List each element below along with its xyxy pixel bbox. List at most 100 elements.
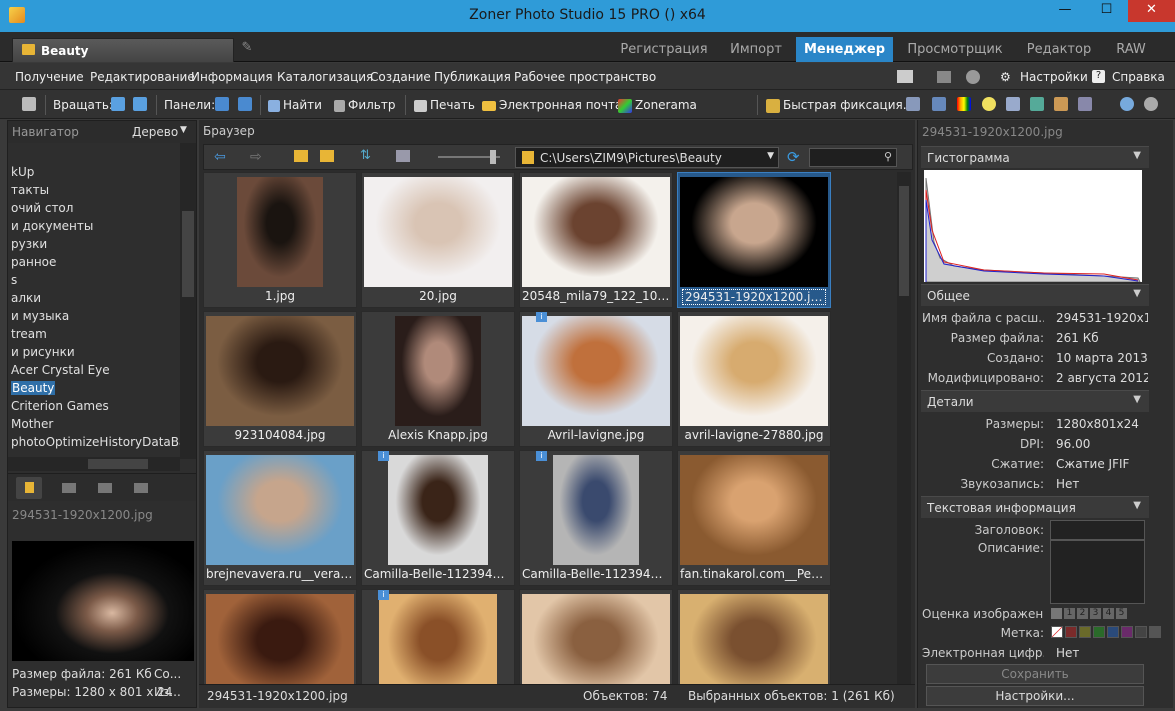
zonerama-button[interactable]: Zonerama bbox=[618, 98, 697, 113]
menu-create[interactable]: Создание bbox=[370, 70, 431, 84]
print-button[interactable]: Печать bbox=[414, 98, 475, 112]
scroll-thumb[interactable] bbox=[899, 186, 909, 296]
tree-item[interactable]: рузки bbox=[11, 237, 47, 251]
tab-viewer[interactable]: Просмотрщик bbox=[896, 37, 1014, 62]
no-label-icon[interactable] bbox=[1051, 626, 1063, 638]
albums-icon[interactable] bbox=[98, 483, 112, 493]
menu-help[interactable]: Справка bbox=[1112, 70, 1165, 84]
tree-item[interactable]: и музыка bbox=[11, 309, 69, 323]
menu-acquire[interactable]: Получение bbox=[15, 70, 84, 84]
document-tab[interactable]: Beauty bbox=[12, 38, 234, 62]
thumbnail-image[interactable] bbox=[680, 316, 828, 426]
filter-button[interactable]: Фильтр bbox=[334, 98, 395, 112]
tree-item[interactable]: очий стол bbox=[11, 201, 73, 215]
tree-item[interactable]: Acer Crystal Eye bbox=[11, 363, 110, 377]
rotate-left-icon[interactable] bbox=[111, 96, 128, 111]
tree-item[interactable]: и рисунки bbox=[11, 345, 75, 359]
text-info-section[interactable]: Текстовая информация ▼ bbox=[921, 496, 1149, 518]
tree-item[interactable]: такты bbox=[11, 183, 49, 197]
pan-icon[interactable] bbox=[1144, 96, 1161, 111]
view-mode-icon[interactable] bbox=[396, 150, 410, 162]
tab-import[interactable]: Импорт bbox=[716, 37, 796, 62]
details-section[interactable]: Детали ▼ bbox=[921, 390, 1149, 412]
settings-button[interactable]: Настройки... bbox=[926, 686, 1144, 706]
thumbnail-image[interactable] bbox=[237, 177, 323, 287]
histogram-tool-icon[interactable] bbox=[932, 96, 949, 111]
gear-icon[interactable]: ⚙ bbox=[1000, 70, 1011, 84]
refresh-icon[interactable]: ⟳ bbox=[787, 148, 800, 166]
slider-handle[interactable] bbox=[490, 150, 496, 164]
favorites-folder-icon[interactable] bbox=[320, 150, 334, 162]
chevron-down-icon[interactable]: ▼ bbox=[767, 151, 774, 161]
chevron-down-icon[interactable]: ▼ bbox=[180, 125, 187, 135]
thumbnail-image[interactable] bbox=[379, 594, 497, 684]
rotate-right-icon[interactable] bbox=[133, 96, 150, 111]
tab-raw[interactable]: RAW bbox=[1104, 37, 1158, 62]
thumbnail-item[interactable]: i Camilla-Belle-1123945.jpg bbox=[519, 450, 673, 586]
batch-icon[interactable] bbox=[1078, 96, 1095, 111]
thumbnail-item[interactable]: 923104084.jpg bbox=[203, 311, 357, 447]
picture-icon[interactable] bbox=[1030, 96, 1047, 111]
forward-icon[interactable]: ⇨ bbox=[250, 149, 262, 165]
menu-catalog[interactable]: Каталогизация bbox=[277, 70, 373, 84]
resize-icon[interactable] bbox=[1054, 96, 1071, 111]
general-section[interactable]: Общее ▼ bbox=[921, 284, 1149, 306]
tab-registration[interactable]: Регистрация bbox=[615, 37, 713, 62]
thumbnail-item[interactable]: i bbox=[361, 589, 515, 684]
navigator-view-dropdown[interactable]: Дерево bbox=[132, 125, 178, 139]
thumbnail-item[interactable]: i Avril-lavigne.jpg bbox=[519, 311, 673, 447]
find-button[interactable]: Найти bbox=[268, 98, 322, 112]
color-label-swatch[interactable] bbox=[1093, 626, 1105, 638]
color-label-swatch[interactable] bbox=[1107, 626, 1119, 638]
menu-settings[interactable]: Настройки bbox=[1020, 70, 1088, 84]
thumbnail-item[interactable]: fan.tinakarol.com__PePzb... bbox=[677, 450, 831, 586]
tree-item[interactable]: Criterion Games bbox=[11, 399, 109, 413]
tree-item[interactable]: Mother bbox=[11, 417, 53, 431]
thumbnail-image[interactable] bbox=[553, 455, 639, 565]
thumbnail-image[interactable] bbox=[206, 316, 354, 426]
color-label-swatch[interactable] bbox=[1149, 626, 1161, 638]
help-icon[interactable]: ? bbox=[1092, 70, 1105, 83]
tree-horizontal-scrollbar[interactable] bbox=[8, 457, 180, 471]
menu-workspace[interactable]: Рабочее пространство bbox=[514, 70, 656, 84]
rating-star[interactable]: 3 bbox=[1090, 608, 1101, 619]
search-icon[interactable]: ⚲ bbox=[884, 150, 892, 163]
description-input[interactable] bbox=[1050, 540, 1145, 604]
edit-tab-icon[interactable]: ✎ bbox=[236, 40, 258, 60]
color-label-swatch[interactable] bbox=[1065, 626, 1077, 638]
thumbnail-image[interactable] bbox=[522, 594, 670, 684]
menu-publish[interactable]: Публикация bbox=[434, 70, 511, 84]
rating-star[interactable]: 2 bbox=[1077, 608, 1088, 619]
panel-right-icon[interactable] bbox=[238, 96, 255, 111]
window-icon[interactable] bbox=[937, 71, 951, 83]
search-input[interactable]: ⚲ bbox=[809, 148, 897, 167]
folder-up-icon[interactable] bbox=[294, 150, 308, 162]
scroll-thumb[interactable] bbox=[88, 459, 148, 469]
panel-left-icon[interactable] bbox=[215, 96, 232, 111]
close-button[interactable]: ✕ bbox=[1128, 0, 1175, 22]
user-icon[interactable] bbox=[966, 70, 980, 84]
clear-rating-icon[interactable] bbox=[1051, 608, 1062, 619]
minimize-button[interactable]: — bbox=[1045, 0, 1085, 22]
sharpen-icon[interactable] bbox=[1006, 96, 1023, 111]
color-label-swatch[interactable] bbox=[1135, 626, 1147, 638]
thumbnail-item[interactable] bbox=[677, 589, 831, 684]
scroll-thumb[interactable] bbox=[182, 211, 194, 297]
thumbnail-image[interactable] bbox=[522, 316, 670, 426]
thumbnail-item[interactable]: avril-lavigne-27880.jpg bbox=[677, 311, 831, 447]
tree-vertical-scrollbar[interactable] bbox=[180, 143, 196, 459]
menu-edit[interactable]: Редактирование bbox=[90, 70, 195, 84]
thumbnail-item[interactable]: 294531-1920x1200.jpg bbox=[677, 172, 831, 308]
thumbnail-item[interactable]: 1.jpg bbox=[203, 172, 357, 308]
rating-star[interactable]: 4 bbox=[1103, 608, 1114, 619]
tree-item[interactable]: Beauty bbox=[11, 381, 56, 395]
tree-item[interactable]: photoOptimizeHistoryDataBase bbox=[11, 435, 180, 449]
tree-item[interactable]: kUp bbox=[11, 165, 34, 179]
maximize-button[interactable]: ☐ bbox=[1085, 0, 1128, 22]
camera-icon[interactable] bbox=[22, 96, 39, 111]
thumbnail-image[interactable] bbox=[206, 455, 354, 565]
tree-item[interactable]: s bbox=[11, 273, 17, 287]
rating-star[interactable]: 5 bbox=[1116, 608, 1127, 619]
thumbnail-item[interactable]: 20.jpg bbox=[361, 172, 515, 308]
thumbnail-image[interactable] bbox=[522, 177, 670, 287]
